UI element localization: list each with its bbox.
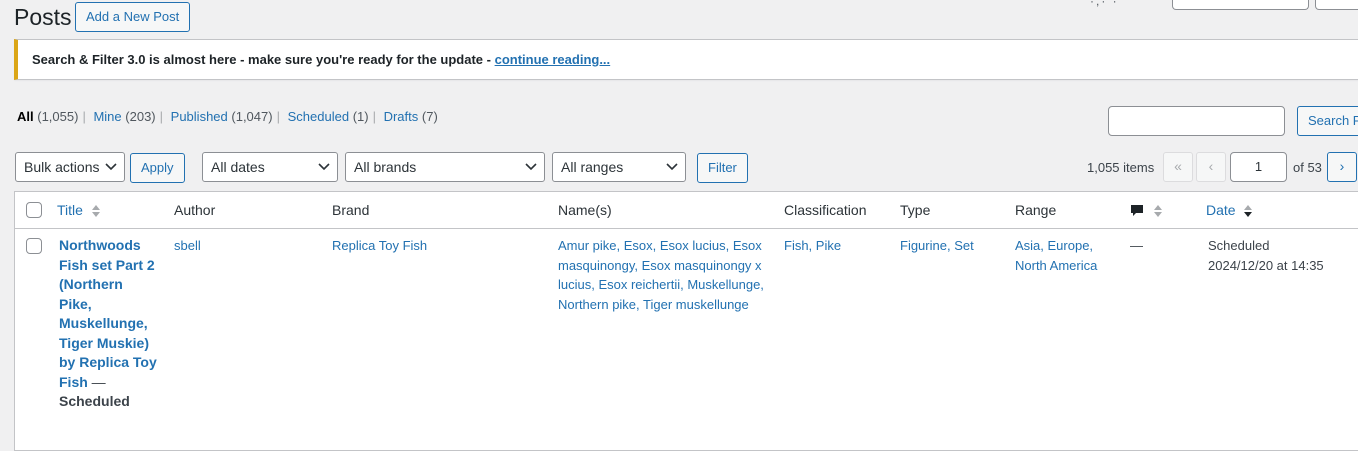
table-header-divider [14,228,1358,229]
bulk-actions-value: Bulk actions [24,159,100,175]
posts-table [14,191,1358,451]
date-cell: Scheduled 2024/12/20 at 14:35 [1208,236,1324,275]
names-line: lucius, Esox reichertii, Muskellunge, [558,277,764,292]
view-drafts[interactable]: Drafts [384,109,419,124]
chevron-down-icon [666,163,678,171]
range-line: Asia, Europe, [1015,238,1094,253]
column-title[interactable]: Title [57,202,101,219]
column-author: Author [174,202,216,218]
dates-select[interactable]: All dates [202,152,338,182]
title-line: Northwoods [59,237,141,253]
title-line: Pike, [59,295,92,312]
search-input[interactable] [1108,106,1285,136]
comments-count: — [1130,238,1143,253]
title-dash: — [87,373,106,390]
items-count: 1,055 items [1087,160,1155,175]
dates-value: All dates [211,159,265,175]
ranges-select[interactable]: All ranges [552,152,686,182]
total-pages: of 53 [1293,160,1322,175]
column-date-label: Date [1206,202,1236,218]
help-tab[interactable] [1315,0,1358,10]
range-cell[interactable]: Asia, Europe, North America [1015,236,1097,275]
column-names: Name(s) [558,202,612,218]
column-brand: Brand [332,202,370,218]
next-page-button[interactable]: › [1327,152,1357,182]
column-comments[interactable] [1129,202,1163,219]
names-line: Northern pike, Tiger muskellunge [558,296,749,312]
view-scheduled-count: (1) [352,109,369,124]
column-classification: Classification [784,202,867,218]
select-all-checkbox[interactable] [26,202,42,218]
title-line: Muskellunge, [59,315,148,331]
notice-link[interactable]: continue reading... [495,52,611,67]
sort-desc-icon [1244,205,1253,218]
view-published[interactable]: Published [171,109,228,124]
ranges-value: All ranges [561,159,624,175]
view-mine-count: (203) [125,109,156,124]
update-notice: Search & Filter 3.0 is almost here - mak… [14,39,1358,80]
sort-icon [91,205,100,218]
current-page-input[interactable]: 1 [1230,152,1287,182]
range-line: North America [1015,257,1098,273]
column-range: Range [1015,202,1057,218]
view-all-count: (1,055) [37,109,79,124]
view-all[interactable]: All [17,109,34,124]
view-published-count: (1,047) [231,109,273,124]
add-new-post-button[interactable]: Add a New Post [75,2,191,32]
notice-text: Search & Filter 3.0 is almost here - mak… [32,52,495,67]
title-line: Fish set Part 2 [59,256,155,273]
view-scheduled[interactable]: Scheduled [288,109,349,124]
names-line: masquinongy, Esox masquinongy x [558,257,762,273]
date-value: 2024/12/20 at 14:35 [1208,257,1324,273]
apply-button[interactable]: Apply [130,153,185,183]
brands-value: All brands [354,159,417,175]
screen-meta-text: ·,· · [1090,0,1119,8]
filter-button[interactable]: Filter [697,153,748,183]
screen-options-tab[interactable] [1172,0,1309,10]
column-type: Type [900,202,931,218]
view-drafts-count: (7) [421,109,438,124]
post-state: Scheduled [59,393,130,409]
brand-link[interactable]: Replica Toy Fish [332,236,427,256]
first-page-button[interactable]: « [1163,152,1193,182]
page-title: Posts [14,4,72,30]
chevron-down-icon [318,163,330,171]
title-line: (Northern [59,276,123,292]
bulk-actions-select[interactable]: Bulk actions [15,152,125,182]
classification-link[interactable]: Fish, Pike [784,236,841,256]
comment-bubble-icon [1131,205,1143,217]
chevron-down-icon [105,163,117,171]
row-checkbox[interactable] [26,238,42,254]
chevron-down-icon [525,163,537,171]
view-mine[interactable]: Mine [93,109,121,124]
type-link[interactable]: Figurine, Set [900,236,974,256]
search-posts-button[interactable]: Search P [1297,106,1358,136]
title-line: Fish [59,373,88,390]
brands-select[interactable]: All brands [345,152,545,182]
author-link[interactable]: sbell [174,236,201,256]
names-line: Amur pike, Esox, Esox lucius, Esox [558,238,762,253]
column-date[interactable]: Date [1206,202,1253,219]
column-title-label: Title [57,202,83,218]
title-line: Tiger Muskie) [59,334,149,351]
names-cell[interactable]: Amur pike, Esox, Esox lucius, Esox masqu… [558,236,778,314]
post-title-link[interactable]: Northwoods Fish set Part 2 (Northern Pik… [59,236,159,412]
sort-icon [1153,205,1162,218]
date-status: Scheduled [1208,238,1270,253]
view-filters: All (1,055) | Mine (203) | Published (1,04… [17,109,438,124]
title-line: by Replica Toy [59,354,157,370]
prev-page-button[interactable]: ‹ [1196,152,1226,182]
